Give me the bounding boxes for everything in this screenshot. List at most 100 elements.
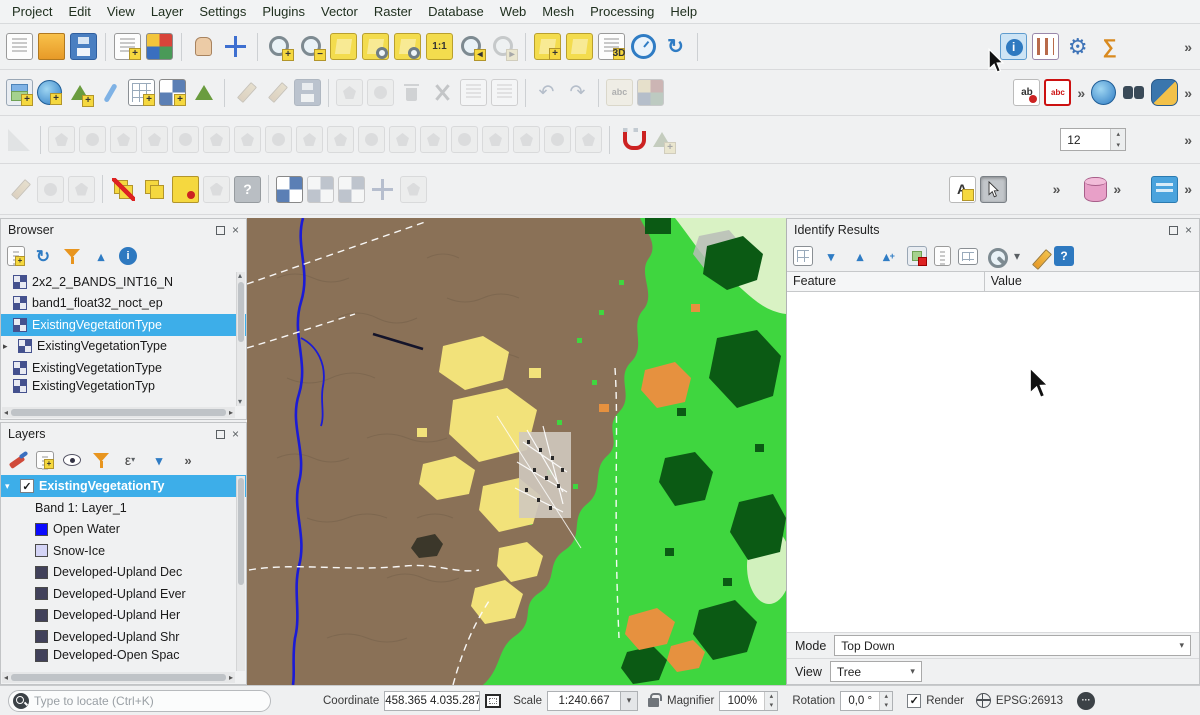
add-wms-layer-button[interactable]: +	[159, 79, 186, 106]
collapse-tree-icon[interactable]: ▴	[849, 245, 871, 267]
identify-settings-dropdown-icon[interactable]: ▾	[1014, 250, 1020, 262]
coordinate-input[interactable]	[384, 691, 480, 711]
delete-ring-button[interactable]	[234, 126, 261, 153]
expand-chevron-icon[interactable]: ▸	[3, 341, 13, 352]
scale-dropdown-icon[interactable]: ▾	[621, 691, 638, 711]
select-tool-button[interactable]	[980, 176, 1007, 203]
identify-features-button[interactable]: i	[1000, 33, 1027, 60]
rotation-spinner[interactable]: ▴▾	[840, 691, 893, 711]
layer-item-selected[interactable]: ▾ ✓ ExistingVegetationTy	[1, 475, 246, 497]
menu-edit[interactable]: Edit	[60, 2, 98, 21]
toolbar3-overflow-button[interactable]: »	[1182, 126, 1194, 153]
raster-align-button[interactable]	[307, 176, 334, 203]
browser-item[interactable]: band1_float32_noct_ep	[1, 293, 246, 315]
collapse-chevron-icon[interactable]: ▾	[5, 481, 15, 492]
crs-globe-icon[interactable]	[976, 693, 991, 708]
zoom-full-extent-button[interactable]	[330, 33, 357, 60]
menu-plugins[interactable]: Plugins	[254, 2, 313, 21]
split-parts-button[interactable]	[389, 126, 416, 153]
merge-attributes-button[interactable]	[451, 126, 478, 153]
expand-all-icon[interactable]: ▾	[148, 449, 170, 471]
statistical-summary-button[interactable]	[1032, 33, 1059, 60]
zoom-to-layer-button[interactable]	[394, 33, 421, 60]
toolbar1-overflow-button[interactable]: »	[1182, 33, 1194, 60]
toolbar4-overflow1-button[interactable]: »	[1051, 176, 1063, 203]
copy-paste-style-button[interactable]	[141, 176, 168, 203]
view-combobox[interactable]: Tree▾	[830, 661, 922, 682]
delete-selected-button[interactable]	[398, 79, 425, 106]
undo-button[interactable]: ↶	[533, 79, 560, 106]
delete-part-button[interactable]	[265, 126, 292, 153]
search-plugin-button[interactable]	[1120, 79, 1147, 106]
merge-features-button[interactable]	[420, 126, 447, 153]
rectangle-digitizing-button[interactable]	[68, 176, 95, 203]
move-label-button[interactable]	[369, 176, 396, 203]
layer-visibility-checkbox[interactable]: ✓	[20, 479, 34, 493]
menu-layer[interactable]: Layer	[143, 2, 192, 21]
data-source-manager-button[interactable]: +	[6, 79, 33, 106]
browser-vertical-scrollbar[interactable]: ▴ ▾	[236, 272, 245, 406]
locator-input[interactable]	[34, 694, 234, 708]
add-delimited-text-button[interactable]	[97, 79, 124, 106]
manage-visibility-icon[interactable]	[61, 449, 83, 471]
zoom-last-button[interactable]: ◂	[458, 33, 485, 60]
browser-filter-icon[interactable]	[61, 245, 83, 267]
add-group-icon[interactable]: +	[36, 451, 54, 469]
identify-float-icon[interactable]	[1169, 226, 1178, 235]
browser-item[interactable]: ExistingVegetationType	[1, 357, 246, 379]
pan-map-button[interactable]	[190, 33, 217, 60]
messages-icon[interactable]	[1077, 692, 1095, 710]
value-column-header[interactable]: Value	[985, 272, 1028, 291]
save-layer-edits-button[interactable]	[294, 79, 321, 106]
map-canvas[interactable]	[247, 218, 786, 685]
copy-results-icon[interactable]	[934, 246, 951, 266]
add-feature-button[interactable]	[336, 79, 363, 106]
save-project-button[interactable]	[70, 33, 97, 60]
filter-legend-icon[interactable]	[90, 449, 112, 471]
zoom-out-button[interactable]: −	[298, 33, 325, 60]
scale-input[interactable]	[547, 691, 621, 711]
layers-vertical-scrollbar[interactable]	[236, 476, 245, 671]
options-button[interactable]: ⚙	[1064, 33, 1091, 60]
rotate-feature-button[interactable]	[79, 126, 106, 153]
crs-label[interactable]: EPSG:26913	[996, 695, 1063, 707]
rotation-input[interactable]	[841, 695, 879, 707]
add-raster-layer-button[interactable]: +	[37, 80, 62, 105]
layers-float-icon[interactable]	[216, 430, 225, 439]
menu-project[interactable]: Project	[4, 2, 60, 21]
freehand-digitizing-button[interactable]	[6, 176, 33, 203]
metasearch-button[interactable]	[1091, 80, 1116, 105]
menu-mesh[interactable]: Mesh	[534, 2, 582, 21]
trim-extend-button[interactable]	[544, 126, 571, 153]
move-feature-button[interactable]	[48, 126, 75, 153]
browser-close-icon[interactable]: ×	[232, 224, 239, 236]
rotate-label-button[interactable]	[400, 176, 427, 203]
paste-features-button[interactable]	[491, 79, 518, 106]
measure-tool-button[interactable]	[6, 126, 33, 153]
feature-column-header[interactable]: Feature	[787, 272, 985, 291]
open-form-icon[interactable]	[793, 246, 813, 266]
split-features-button[interactable]	[358, 126, 385, 153]
offset-point-symbols-button[interactable]	[513, 126, 540, 153]
layers-close-icon[interactable]: ×	[232, 428, 239, 440]
menu-vector[interactable]: Vector	[313, 2, 366, 21]
magnifier-input[interactable]	[720, 695, 764, 707]
pan-to-selection-button[interactable]	[222, 33, 249, 60]
menu-raster[interactable]: Raster	[366, 2, 420, 21]
browser-item[interactable]: 2x2_2_BANDS_INT16_N	[1, 271, 246, 293]
expression-filter-icon[interactable]: ε▾	[119, 449, 141, 471]
reshape-features-button[interactable]	[327, 126, 354, 153]
cut-features-button[interactable]	[429, 79, 456, 106]
zoom-native-resolution-button[interactable]: 1:1	[426, 33, 453, 60]
toolbar4-overflow3-button[interactable]: »	[1182, 176, 1194, 203]
menu-help[interactable]: Help	[662, 2, 705, 21]
print-results-icon[interactable]	[958, 248, 978, 265]
browser-properties-icon[interactable]: i	[119, 247, 137, 265]
locator-search[interactable]	[8, 690, 271, 712]
menu-view[interactable]: View	[99, 2, 143, 21]
browser-item[interactable]: ExistingVegetationTyp	[1, 379, 246, 393]
copy-features-button[interactable]	[460, 79, 487, 106]
change-label-button[interactable]	[203, 176, 230, 203]
enable-snapping-button[interactable]	[617, 126, 644, 153]
expand-new-results-icon[interactable]: ▴+	[878, 245, 900, 267]
